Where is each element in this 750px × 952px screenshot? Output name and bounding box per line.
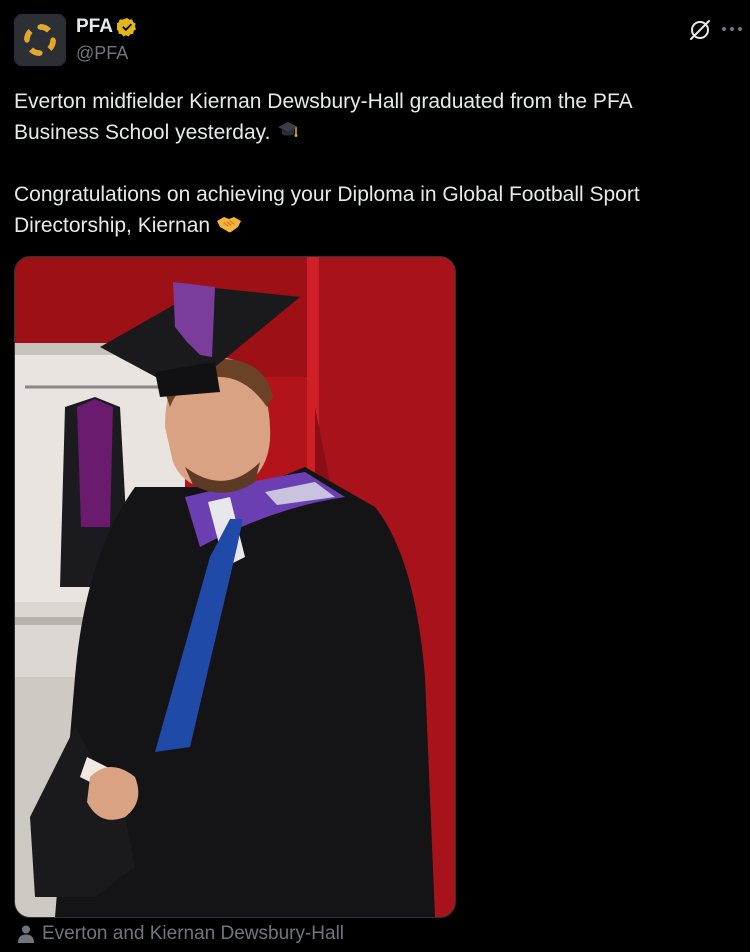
- graduation-cap-icon: [278, 122, 299, 137]
- tweet-paragraph-1: Everton midfielder Kiernan Dewsbury-Hall…: [14, 90, 632, 144]
- more-options-icon[interactable]: [722, 26, 746, 32]
- person-icon: [18, 925, 34, 943]
- author-handle[interactable]: @PFA: [76, 43, 128, 64]
- tweet-photo[interactable]: [14, 256, 456, 918]
- tagged-users-text[interactable]: Everton and Kiernan Dewsbury-Hall: [42, 923, 344, 945]
- pfa-logo-icon: [24, 24, 56, 56]
- verified-badge-icon[interactable]: [116, 17, 137, 37]
- tweet-post: PFA @PFA Everton midfielder Kiernan Dews…: [0, 0, 750, 952]
- handshake-icon: [217, 217, 242, 233]
- tagged-users[interactable]: Everton and Kiernan Dewsbury-Hall: [18, 923, 344, 945]
- graduation-photo: [15, 257, 455, 917]
- grok-icon[interactable]: [688, 18, 712, 42]
- tweet-text: Everton midfielder Kiernan Dewsbury-Hall…: [14, 86, 714, 241]
- author-name-row: PFA: [76, 16, 137, 38]
- avatar[interactable]: [14, 14, 66, 66]
- tweet-paragraph-2: Congratulations on achieving your Diplom…: [14, 183, 640, 237]
- author-display-name[interactable]: PFA: [76, 16, 113, 38]
